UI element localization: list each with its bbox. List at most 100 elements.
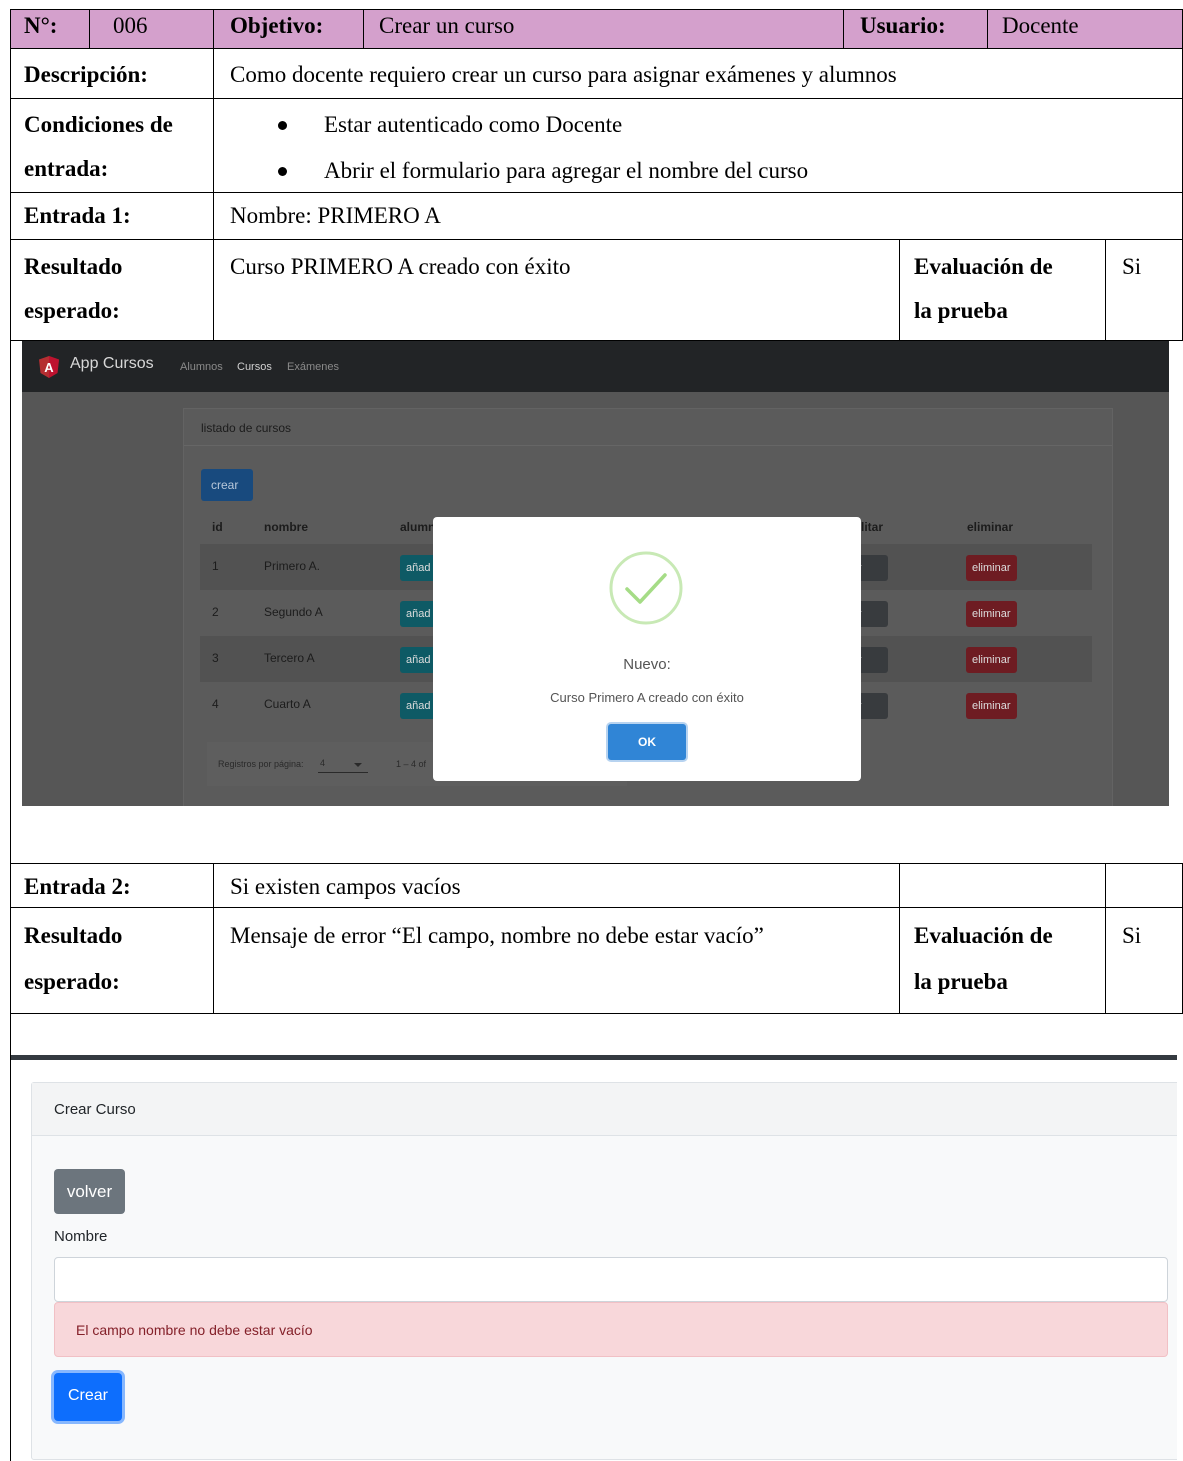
col-id: id	[212, 520, 223, 534]
table-border	[89, 9, 90, 48]
resultado1-value: Curso PRIMERO A creado con éxito	[230, 254, 571, 279]
row-id: 2	[212, 605, 219, 619]
entrada2-value: Si existen campos vacíos	[230, 874, 461, 899]
nombre-label: Nombre	[54, 1228, 108, 1245]
usuario-value: Docente	[1002, 13, 1079, 38]
num-label: N°:	[24, 13, 58, 38]
delete-button[interactable]: eliminar	[966, 647, 1017, 673]
table-border	[10, 863, 1183, 864]
row-nombre: Tercero A	[264, 651, 315, 665]
card-header: Crear Curso	[32, 1083, 1177, 1136]
card-title: Crear Curso	[54, 1101, 136, 1118]
add-students-button[interactable]: añad	[400, 555, 437, 581]
nav-alumnos[interactable]: Alumnos	[180, 361, 223, 373]
condicion-item-2: Abrir el formulario para agregar el nomb…	[324, 158, 809, 183]
bullet-icon	[278, 121, 287, 130]
error-message: El campo nombre no debe estar vacío	[76, 1322, 313, 1338]
resultado1-eval-value: Si	[1122, 254, 1142, 279]
table-border	[1105, 863, 1106, 1013]
usuario-label: Usuario:	[860, 13, 946, 38]
ok-button[interactable]: OK	[608, 724, 686, 760]
delete-button[interactable]: eliminar	[966, 601, 1017, 627]
resultado1-eval-line2: la prueba	[914, 298, 1008, 323]
row-id: 1	[212, 559, 219, 573]
condicion-item-1: Estar autenticado como Docente	[324, 112, 623, 137]
delete-button[interactable]: eliminar	[966, 555, 1017, 581]
table-border	[10, 340, 1183, 341]
resultado2-eval-line2: la prueba	[914, 969, 1008, 994]
row-nombre: Primero A.	[264, 559, 321, 573]
table-border	[10, 239, 1183, 240]
success-check-icon	[609, 551, 683, 625]
entrada2-label: Entrada 2:	[24, 874, 131, 899]
table-border	[987, 9, 988, 48]
navbar: A App Cursos Alumnos Cursos Exámenes	[22, 340, 1169, 392]
resultado2-eval-line1: Evaluación de	[914, 923, 1053, 948]
table-border	[899, 863, 900, 1013]
descripcion-label: Descripción:	[24, 62, 148, 87]
table-border	[10, 1013, 1183, 1014]
success-modal: Nuevo: Curso Primero A creado con éxito …	[433, 517, 861, 781]
brand[interactable]: App Cursos	[70, 355, 154, 373]
delete-button[interactable]: eliminar	[966, 693, 1017, 719]
modal-title: Nuevo:	[623, 656, 671, 673]
add-students-button[interactable]: añad	[400, 693, 437, 719]
entrada1-value: Nombre: PRIMERO A	[230, 203, 441, 228]
resultado1-label-line2: esperado:	[24, 298, 120, 323]
list-item: Abrir el formulario para agregar el nomb…	[214, 147, 1183, 191]
form-card: Crear Curso volver Nombre El campo nombr…	[31, 1082, 1177, 1460]
ok-button-label: OK	[638, 735, 656, 749]
resultado2-value: Mensaje de error “El campo, nombre no de…	[230, 923, 764, 948]
table-border	[10, 48, 1183, 49]
error-alert: El campo nombre no debe estar vacío	[54, 1302, 1168, 1357]
caret-down-icon	[354, 763, 362, 767]
card-header: listado de cursos	[184, 409, 1112, 446]
add-students-button[interactable]: añad	[400, 601, 437, 627]
modal-message: Curso Primero A creado con éxito	[550, 690, 744, 705]
entrada1-label: Entrada 1:	[24, 203, 131, 228]
resultado2-label-line2: esperado:	[24, 969, 120, 994]
table-border	[843, 9, 844, 48]
page-size-select[interactable]: 4	[318, 755, 368, 773]
add-students-button[interactable]: añad	[400, 647, 437, 673]
resultado2-eval-value: Si	[1122, 923, 1142, 948]
screenshot-course-list: A App Cursos Alumnos Cursos Exámenes lis…	[22, 340, 1169, 806]
table-border	[10, 9, 11, 1461]
crear-submit-button[interactable]: Crear	[54, 1373, 122, 1421]
row-id: 4	[212, 697, 219, 711]
nav-cursos[interactable]: Cursos	[237, 361, 272, 373]
condiciones-label-line1: Condiciones de	[24, 112, 173, 137]
angular-logo-icon: A	[39, 356, 59, 378]
table-border	[10, 192, 1183, 193]
table-border	[10, 907, 1183, 908]
table-border	[213, 863, 214, 1013]
col-nombre: nombre	[264, 520, 309, 534]
volver-button[interactable]: volver	[54, 1169, 125, 1214]
list-item: Estar autenticado como Docente	[214, 103, 1183, 147]
table-border	[10, 98, 1183, 99]
bullet-icon	[278, 167, 287, 176]
descripcion-value: Como docente requiero crear un curso par…	[230, 62, 897, 87]
table-border	[363, 9, 364, 48]
objetivo-label: Objetivo:	[230, 13, 324, 38]
nombre-input[interactable]	[54, 1257, 1168, 1302]
nav-examenes[interactable]: Exámenes	[287, 361, 339, 373]
screenshot-create-course: Crear Curso volver Nombre El campo nombr…	[10, 1060, 1177, 1460]
table-border	[10, 9, 1183, 10]
crear-button[interactable]: crear	[201, 469, 253, 501]
paginator-label: Registros por página:	[218, 759, 304, 769]
col-editar: litar	[861, 520, 884, 534]
resultado1-label-line1: Resultado	[24, 254, 123, 279]
crear-button-label: crear	[211, 478, 239, 492]
col-eliminar: eliminar	[967, 520, 1014, 534]
condiciones-label-line2: entrada:	[24, 156, 109, 181]
page-size-value: 4	[320, 758, 326, 768]
num-value: 006	[113, 13, 148, 38]
condiciones-list: Estar autenticado como Docente Abrir el …	[214, 103, 1183, 191]
col-alumnos: alumn	[400, 520, 436, 534]
resultado2-label-line1: Resultado	[24, 923, 123, 948]
resultado1-eval-line1: Evaluación de	[914, 254, 1053, 279]
card-title: listado de cursos	[201, 421, 292, 435]
objetivo-value: Crear un curso	[379, 13, 515, 38]
table-border	[213, 9, 214, 340]
